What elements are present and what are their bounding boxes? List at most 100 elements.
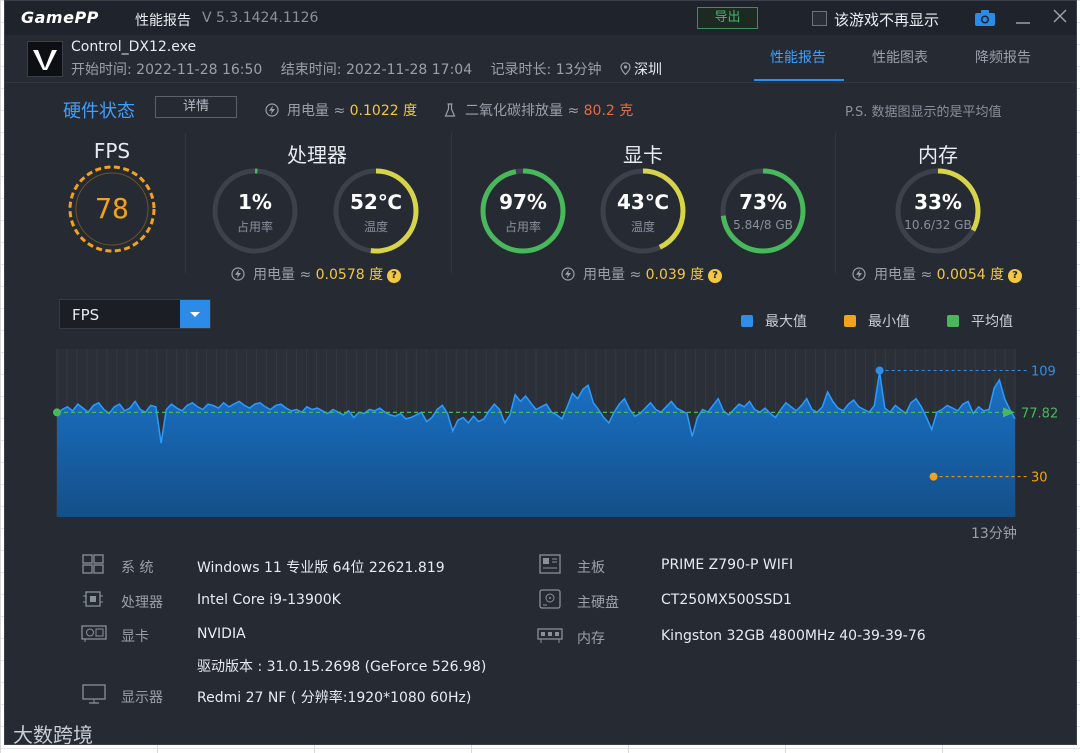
- start-time: 开始时间: 2022-11-28 16:50: [71, 62, 263, 78]
- no-show-label: 该游戏不再显示: [834, 11, 940, 29]
- chart-note: P.S. 数据图显示的是平均值: [845, 105, 1002, 120]
- ram-usage-label: 10.6/32 GB: [904, 218, 972, 232]
- watermark: 大数跨境: [13, 723, 93, 747]
- gpu-memory-label: 5.84/8 GB: [733, 218, 793, 232]
- windows-icon: [82, 554, 104, 574]
- ram-power-value: 0.0054 度: [936, 267, 1005, 283]
- legend-avg-label: 平均值: [971, 314, 1013, 330]
- system-info-key: 主硬盘: [577, 595, 619, 611]
- metric-dropdown-value: FPS: [72, 306, 100, 324]
- gpu-temp-gauge: 43℃ 温度: [598, 166, 688, 256]
- legend-min: 最小值: [844, 311, 910, 331]
- cpu-usage-gauge: 1% 占用率: [210, 166, 300, 256]
- co2-value: 80.2 克: [583, 103, 634, 119]
- gpu-temp-value: 43℃: [616, 190, 670, 214]
- app-logo: GamePP: [21, 8, 99, 27]
- hardware-status-title: 硬件状态: [63, 101, 135, 122]
- system-info-value: Kingston 32GB 4800MHz 40-39-39-76: [661, 628, 926, 644]
- game-exe-name: Control_DX12.exe: [71, 39, 197, 55]
- chevron-down-icon: [190, 312, 200, 317]
- min-value-label: 30: [1031, 471, 1048, 486]
- legend-swatch-max: [741, 315, 753, 327]
- total-power: 用电量 ≈ 0.1022 度: [265, 100, 417, 120]
- power-icon: [561, 267, 575, 281]
- co2-label: 二氧化碳排放量 ≈: [465, 103, 580, 119]
- metric-dropdown[interactable]: FPS: [59, 299, 211, 329]
- system-info-key: 处理器: [121, 595, 163, 611]
- ram-icon: [537, 628, 563, 643]
- ram-section-title: 内存: [918, 143, 958, 167]
- max-value-label: 109: [1031, 365, 1056, 380]
- cpu-usage-label: 占用率: [236, 220, 273, 234]
- minimize-icon[interactable]: [1014, 9, 1032, 27]
- gpu-power: 用电量 ≈ 0.039 度?: [561, 264, 723, 284]
- gpu-icon: [81, 625, 107, 642]
- monitor-icon: [82, 684, 106, 704]
- detail-button[interactable]: 详情: [155, 96, 237, 118]
- legend-min-label: 最小值: [868, 314, 910, 330]
- legend-max: 最大值: [741, 311, 807, 331]
- header-divider: [5, 82, 1076, 83]
- help-icon[interactable]: ?: [708, 269, 723, 283]
- cpu-icon: [83, 591, 103, 607]
- title-bar[interactable]: GamePP 性能报告 V 5.3.1424.1126 导出 该游戏不再显示: [5, 1, 1076, 35]
- section-divider: [451, 133, 452, 273]
- help-icon[interactable]: ?: [1008, 269, 1023, 283]
- chart-x-end-label: 13分钟: [971, 526, 1017, 542]
- power-value: 0.1022 度: [349, 103, 418, 119]
- fps-value: 78: [95, 192, 129, 225]
- power-icon: [265, 103, 279, 117]
- legend-swatch-min: [844, 315, 856, 327]
- ram-usage-gauge: 33% 10.6/32 GB: [893, 166, 983, 256]
- system-info-value: PRIME Z790-P WIFI: [661, 557, 794, 573]
- system-info-row: 驱动版本 : 31.0.15.2698 (GeForce 526.98): [81, 656, 561, 676]
- co2-emission: 二氧化碳排放量 ≈ 80.2 克: [443, 100, 633, 120]
- system-info-row: 系 统 Windows 11 专业版 64位 22621.819: [81, 554, 561, 577]
- max-point: [875, 366, 884, 375]
- camera-icon[interactable]: [975, 10, 995, 26]
- cpu-temp-label: 温度: [363, 220, 388, 234]
- export-button[interactable]: 导出: [697, 7, 758, 29]
- ram-power-label: 用电量 ≈: [874, 267, 933, 283]
- gpu-section-title: 显卡: [623, 143, 663, 167]
- tab-performance-charts[interactable]: 性能图表: [872, 47, 928, 67]
- system-info-row: 主板 PRIME Z790-P WIFI: [537, 554, 1017, 577]
- legend-swatch-avg: [947, 315, 959, 327]
- gpu-power-label: 用电量 ≈: [583, 267, 642, 283]
- gpu-power-value: 0.039 度: [645, 267, 705, 283]
- tab-throttle-report[interactable]: 降频报告: [975, 47, 1031, 67]
- close-icon[interactable]: [1051, 7, 1069, 25]
- system-info-row: 处理器 Intel Core i9-13900K: [81, 591, 561, 612]
- tab-performance-report[interactable]: 性能报告: [770, 47, 826, 67]
- flask-icon: [444, 103, 456, 117]
- cpu-power-label: 用电量 ≈: [253, 267, 312, 283]
- gpu-usage-label: 占用率: [504, 220, 541, 234]
- system-info-key: 显示器: [121, 690, 163, 706]
- system-info-row: 主硬盘 CT250MX500SSD1: [537, 589, 1017, 612]
- power-icon: [852, 267, 866, 281]
- power-label: 用电量 ≈: [287, 103, 346, 119]
- dropdown-arrow[interactable]: [180, 300, 210, 328]
- active-tab-indicator: [754, 79, 844, 81]
- legend-avg: 平均值: [947, 311, 1013, 331]
- help-icon[interactable]: ?: [387, 269, 402, 283]
- disk-icon: [539, 589, 561, 609]
- avg-start-point: [53, 408, 61, 417]
- cpu-section-title: 处理器: [287, 143, 347, 167]
- game-logo: [27, 41, 63, 77]
- gpu-temp-label: 温度: [630, 220, 655, 234]
- gpu-usage-gauge: 97% 占用率: [478, 166, 568, 256]
- control-logo-icon: [33, 50, 57, 70]
- min-point: [929, 472, 938, 481]
- session-meta: 开始时间: 2022-11-28 16:50 结束时间: 2022-11-28 …: [71, 59, 676, 79]
- gpu-memory-gauge: 73% 5.84/8 GB: [718, 166, 808, 256]
- system-info-key: 主板: [577, 560, 605, 576]
- system-info-value: CT250MX500SSD1: [661, 592, 792, 608]
- version-label: V 5.3.1424.1126: [202, 10, 319, 26]
- system-info-value: Intel Core i9-13900K: [197, 592, 341, 608]
- location-pin-icon: [620, 62, 631, 75]
- gamepp-window: GamePP 性能报告 V 5.3.1424.1126 导出 该游戏不再显示 C…: [4, 0, 1077, 747]
- power-icon: [231, 267, 245, 281]
- system-info-key: 系 统: [121, 560, 154, 576]
- no-show-checkbox[interactable]: [812, 11, 827, 26]
